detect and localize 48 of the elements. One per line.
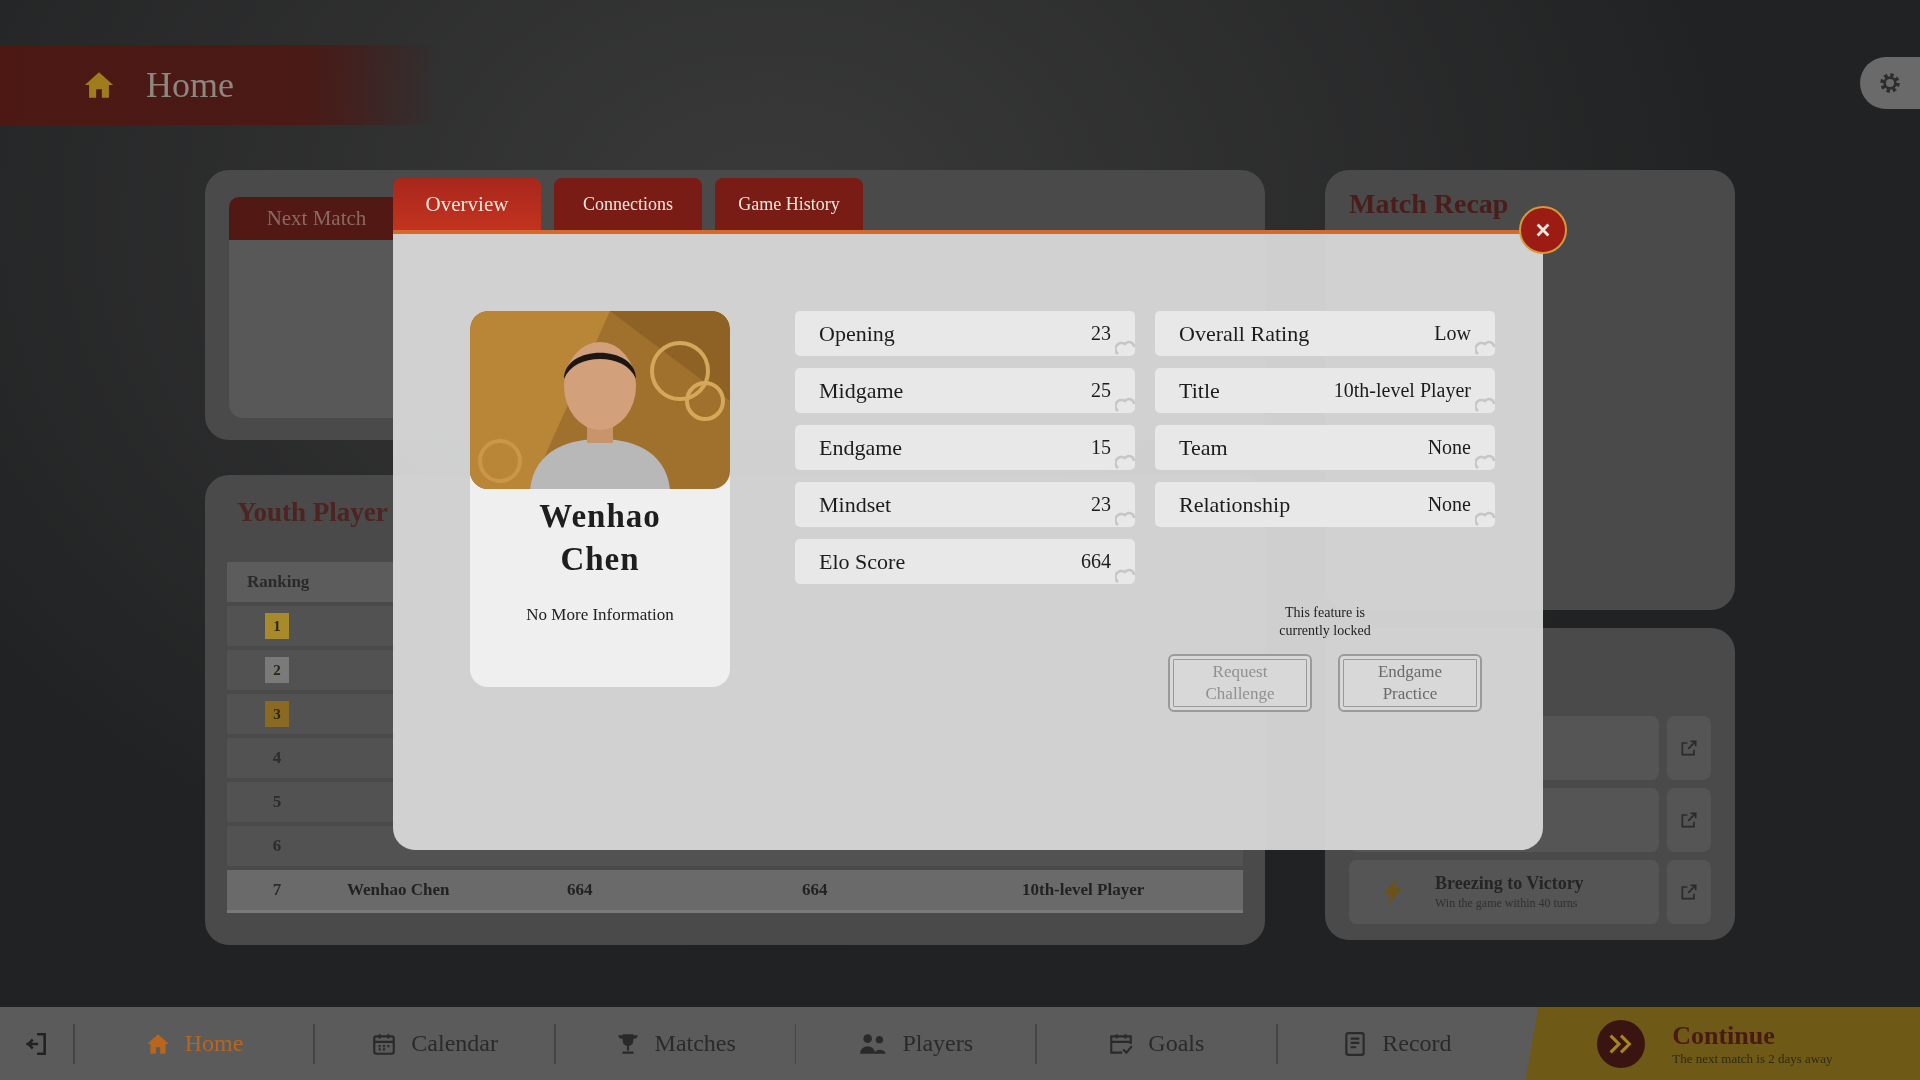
attribute-value: Low	[1434, 322, 1471, 345]
medal-badge: 2	[265, 657, 289, 683]
stat-value: 664	[1081, 550, 1111, 573]
stat-label: Endgame	[819, 434, 904, 461]
stat-value: 15	[1091, 436, 1111, 459]
attribute-value: None	[1427, 493, 1471, 516]
continue-title: Continue	[1672, 1020, 1776, 1051]
attribute-label: Team	[1179, 434, 1229, 461]
page-title: Home	[146, 64, 234, 106]
action-button[interactable]: Endgame Practice	[1338, 654, 1482, 712]
attribute-value: 10th-level Player	[1333, 379, 1471, 402]
stat-value: 25	[1091, 379, 1111, 402]
ranking-row[interactable]: 7 Wenhao Chen 664 664 10th-level Player	[227, 870, 1243, 913]
stat-label: Mindset	[819, 491, 893, 518]
table-cell-text: Wenhao Chen	[347, 880, 451, 900]
attribute-label: Title	[1179, 377, 1221, 404]
tab[interactable]: Connections	[554, 178, 702, 230]
table-cell: 10th-level Player	[1022, 880, 1145, 900]
locked-note: This feature is currently locked	[1278, 604, 1372, 640]
medal-badge: 1	[265, 613, 289, 639]
medal-badge: 3	[265, 701, 289, 727]
external-link-icon	[1679, 810, 1699, 830]
table-cell-text: 664	[567, 880, 594, 900]
open-link-button[interactable]	[1667, 788, 1711, 852]
table-cell-text: 664	[802, 880, 829, 900]
tab[interactable]: Overview	[393, 178, 541, 230]
player-info: No More Information	[526, 605, 674, 625]
settings-icon	[1877, 70, 1903, 96]
continue-subtitle: The next match is 2 days away	[1672, 1050, 1833, 1067]
player-name: Wenhao Chen	[538, 497, 662, 579]
open-link-button[interactable]	[1667, 716, 1711, 780]
tab[interactable]: Game History	[715, 178, 863, 230]
external-link-icon	[1679, 882, 1699, 902]
stat-value: 23	[1091, 322, 1111, 345]
fast-forward-icon	[1596, 1018, 1647, 1069]
stat-label: Midgame	[819, 377, 905, 404]
external-link-icon	[1679, 738, 1699, 758]
rank-number: 7	[272, 880, 282, 900]
settings-button[interactable]	[1860, 57, 1920, 109]
attribute-value: None	[1427, 436, 1471, 459]
stat-value: 23	[1091, 493, 1111, 516]
nav-tab[interactable]: Home	[74, 1007, 314, 1080]
close-icon	[1534, 221, 1552, 239]
open-link-button[interactable]	[1667, 860, 1711, 924]
attribute-label: Overall Rating	[1179, 320, 1311, 347]
stat-label: Elo Score	[819, 548, 907, 575]
attribute-label: Relationship	[1179, 491, 1292, 518]
stat-label: Opening	[819, 320, 896, 347]
